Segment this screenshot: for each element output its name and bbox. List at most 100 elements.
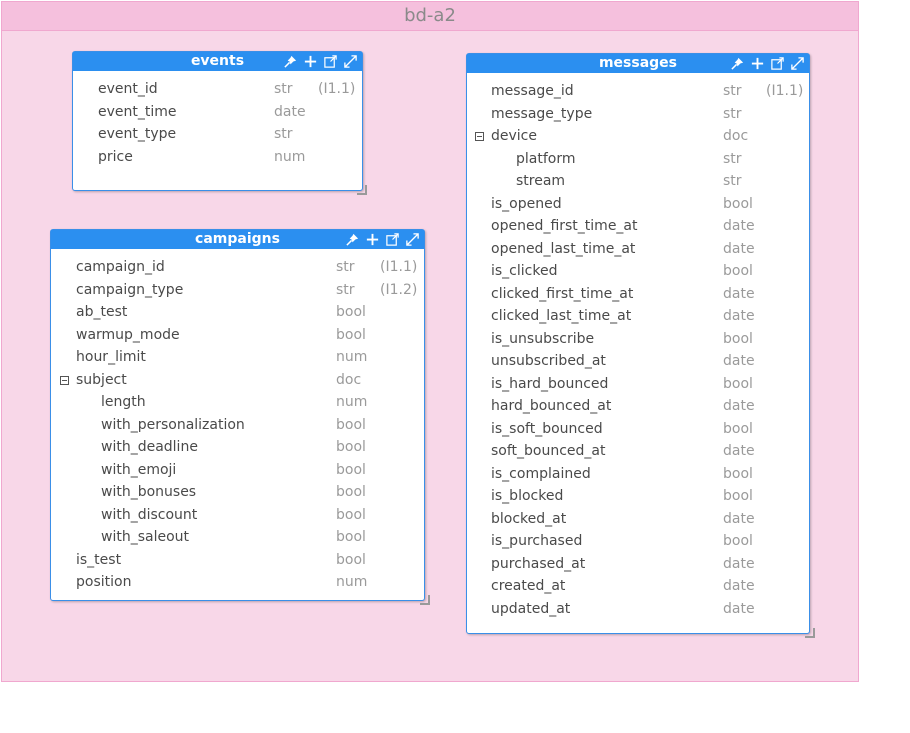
field-type: str: [723, 173, 742, 189]
field-row[interactable]: with_saleout bool: [51, 527, 424, 550]
field-type: bool: [723, 533, 753, 549]
field-row[interactable]: position num: [51, 572, 424, 595]
field-row[interactable]: blocked_at date: [467, 509, 809, 532]
field-type: bool: [723, 465, 753, 482]
field-row[interactable]: created_at date: [467, 576, 809, 599]
field-name: hard_bounced_at: [491, 398, 612, 414]
field-name: with_bonuses: [101, 484, 197, 500]
field-row[interactable]: device doc: [467, 126, 809, 149]
field-row[interactable]: updated_at date: [467, 599, 809, 622]
field-name: soft_bounced_at: [491, 443, 606, 459]
field-type: str: [723, 105, 742, 122]
field-type: bool: [336, 439, 366, 455]
field-row[interactable]: purchased_at date: [467, 554, 809, 577]
field-name: updated_at: [491, 600, 571, 617]
plus-icon[interactable]: [749, 55, 765, 71]
resize-handle[interactable]: [805, 628, 815, 638]
field-type: bool: [723, 420, 753, 437]
open-external-icon[interactable]: [384, 231, 400, 247]
expand-icon[interactable]: [789, 55, 805, 71]
field-row[interactable]: soft_bounced_at date: [467, 441, 809, 464]
field-name: event_type: [98, 126, 177, 142]
field-row[interactable]: length num: [51, 392, 424, 415]
field-type: date: [723, 218, 755, 234]
field-row[interactable]: clicked_first_time_at date: [467, 284, 809, 307]
pin-icon[interactable]: [282, 53, 298, 69]
field-type: bool: [723, 488, 753, 504]
table-header[interactable]: messages: [467, 54, 809, 73]
field-row[interactable]: campaign_id str (I1.1): [51, 257, 424, 280]
field-row[interactable]: opened_first_time_at date: [467, 216, 809, 239]
field-row[interactable]: is_blocked bool: [467, 486, 809, 509]
collapse-icon[interactable]: [60, 375, 69, 385]
field-row[interactable]: event_time date: [73, 102, 362, 125]
expand-icon[interactable]: [342, 53, 358, 69]
field-type: num: [274, 148, 306, 165]
table-header[interactable]: campaigns: [51, 230, 424, 249]
field-row[interactable]: with_deadline bool: [51, 437, 424, 460]
field-row[interactable]: campaign_type str (I1.2): [51, 280, 424, 303]
field-type: date: [723, 398, 755, 414]
field-row[interactable]: price num: [73, 147, 362, 170]
field-name: clicked_first_time_at: [491, 285, 634, 302]
field-type: num: [336, 394, 368, 410]
field-type: date: [723, 353, 755, 369]
field-index: (I1.1): [766, 83, 804, 99]
field-row[interactable]: is_hard_bounced bool: [467, 374, 809, 397]
field-type: str: [723, 150, 742, 167]
field-row[interactable]: message_id str (I1.1): [467, 81, 809, 104]
field-row[interactable]: is_opened bool: [467, 194, 809, 217]
field-row[interactable]: warmup_mode bool: [51, 325, 424, 348]
field-row[interactable]: unsubscribed_at date: [467, 351, 809, 374]
container-title: bd-a2: [2, 2, 858, 31]
field-row[interactable]: is_complained bool: [467, 464, 809, 487]
field-type: date: [723, 285, 755, 302]
pin-icon[interactable]: [344, 231, 360, 247]
field-row[interactable]: with_discount bool: [51, 505, 424, 528]
plus-icon[interactable]: [364, 231, 380, 247]
open-external-icon[interactable]: [322, 53, 338, 69]
field-row[interactable]: is_purchased bool: [467, 531, 809, 554]
field-type: date: [723, 578, 755, 594]
field-type: date: [723, 443, 755, 459]
field-type: date: [723, 510, 755, 527]
field-name: is_complained: [491, 465, 591, 482]
field-row[interactable]: message_type str: [467, 104, 809, 127]
field-row[interactable]: is_unsubscribe bool: [467, 329, 809, 352]
field-row[interactable]: stream str: [467, 171, 809, 194]
pin-icon[interactable]: [729, 55, 745, 71]
field-row[interactable]: with_emoji bool: [51, 460, 424, 483]
expand-icon[interactable]: [404, 231, 420, 247]
field-row[interactable]: ab_test bool: [51, 302, 424, 325]
field-name: with_personalization: [101, 416, 245, 433]
field-row[interactable]: hour_limit num: [51, 347, 424, 370]
collapse-icon[interactable]: [475, 132, 484, 141]
field-row[interactable]: event_id str (I1.1): [73, 79, 362, 102]
field-type: num: [336, 349, 368, 365]
field-row[interactable]: hard_bounced_at date: [467, 396, 809, 419]
field-name: clicked_last_time_at: [491, 308, 632, 324]
field-row[interactable]: with_bonuses bool: [51, 482, 424, 505]
field-row[interactable]: with_personalization bool: [51, 415, 424, 438]
field-name: hour_limit: [76, 349, 146, 365]
field-row[interactable]: clicked_last_time_at date: [467, 306, 809, 329]
field-row[interactable]: opened_last_time_at date: [467, 239, 809, 262]
open-external-icon[interactable]: [769, 55, 785, 71]
field-name: blocked_at: [491, 510, 567, 527]
table-messages[interactable]: messages message_id str (I1.1) message_type…: [466, 53, 810, 634]
field-row[interactable]: is_clicked bool: [467, 261, 809, 284]
field-row[interactable]: subject doc: [51, 370, 424, 393]
field-row[interactable]: is_test bool: [51, 550, 424, 573]
table-events[interactable]: events event_id str (I1.1) event_time date ev…: [72, 51, 363, 191]
field-name: is_clicked: [491, 263, 558, 279]
resize-handle[interactable]: [420, 595, 430, 605]
table-header[interactable]: events: [73, 52, 362, 71]
table-campaigns[interactable]: campaigns campaign_id str (I1.1) campaign_t…: [50, 229, 425, 601]
field-type: date: [723, 308, 755, 324]
field-row[interactable]: is_soft_bounced bool: [467, 419, 809, 442]
field-row[interactable]: platform str: [467, 149, 809, 172]
field-name: position: [76, 574, 132, 590]
plus-icon[interactable]: [302, 53, 318, 69]
resize-handle[interactable]: [357, 185, 367, 195]
field-row[interactable]: event_type str: [73, 124, 362, 147]
